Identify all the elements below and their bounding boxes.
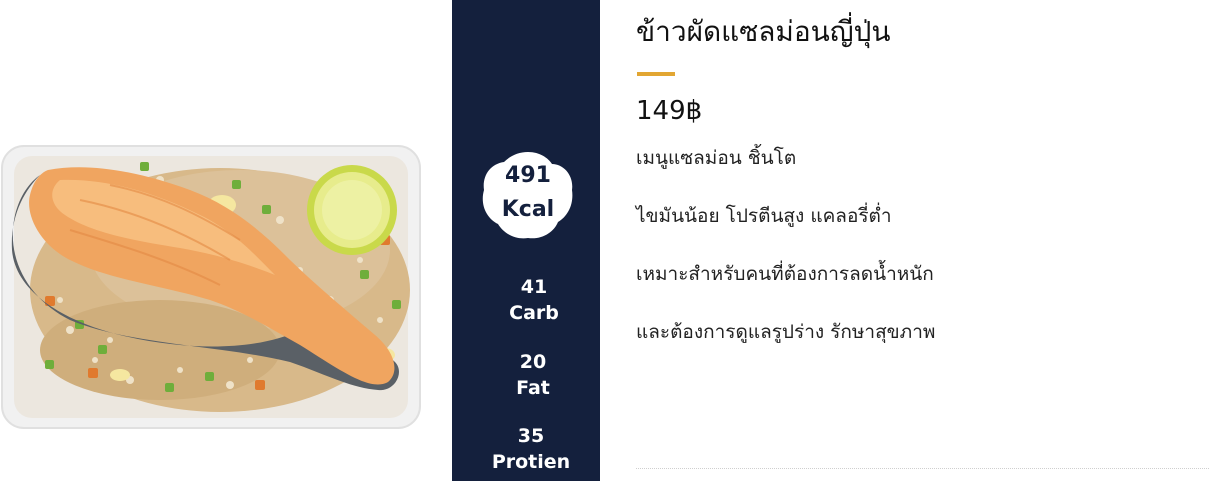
fat-label: Fat — [516, 377, 550, 399]
salmon-fried-rice-image — [1, 145, 421, 429]
product-price: 149฿ — [636, 96, 703, 126]
description-line: เมนูแซลม่อน ชิ้นโต — [636, 147, 797, 169]
carb-value: 41 — [520, 276, 548, 298]
macro-protein: 35 Protien — [457, 423, 605, 475]
product-page: 491 Kcal 41 Carb 20 Fat 35 Protien ข้าวผ… — [0, 0, 1209, 481]
kcal-value: 491 — [505, 163, 551, 188]
carb-label: Carb — [509, 302, 559, 324]
kcal-unit: Kcal — [501, 197, 555, 222]
macro-carb: 41 Carb — [460, 274, 608, 326]
description-line: เหมาะสำหรับคนที่ต้องการลดน้ำหนัก — [636, 263, 934, 285]
product-title: ข้าวผัดแซลม่อนญี่ปุ่น — [636, 15, 891, 48]
section-divider — [636, 468, 1209, 469]
title-accent-divider — [637, 72, 675, 76]
nutrition-panel: 491 Kcal 41 Carb 20 Fat 35 Protien — [452, 0, 600, 481]
description-line: และต้องการดูแลรูปร่าง รักษาสุขภาพ — [636, 321, 936, 343]
protein-value: 35 — [517, 425, 545, 447]
description-line: ไขมันน้อย โปรตีนสูง แคลอรี่ต่ำ — [636, 205, 892, 227]
product-photo — [0, 0, 452, 481]
protein-label: Protien — [491, 451, 571, 473]
macro-fat: 20 Fat — [459, 349, 607, 401]
kcal-text: 491 Kcal — [482, 159, 574, 227]
fat-value: 20 — [519, 351, 547, 373]
kcal-badge: 491 Kcal — [482, 150, 574, 240]
product-details: ข้าวผัดแซลม่อนญี่ปุ่น 149฿ เมนูแซลม่อน ช… — [636, 0, 1209, 481]
